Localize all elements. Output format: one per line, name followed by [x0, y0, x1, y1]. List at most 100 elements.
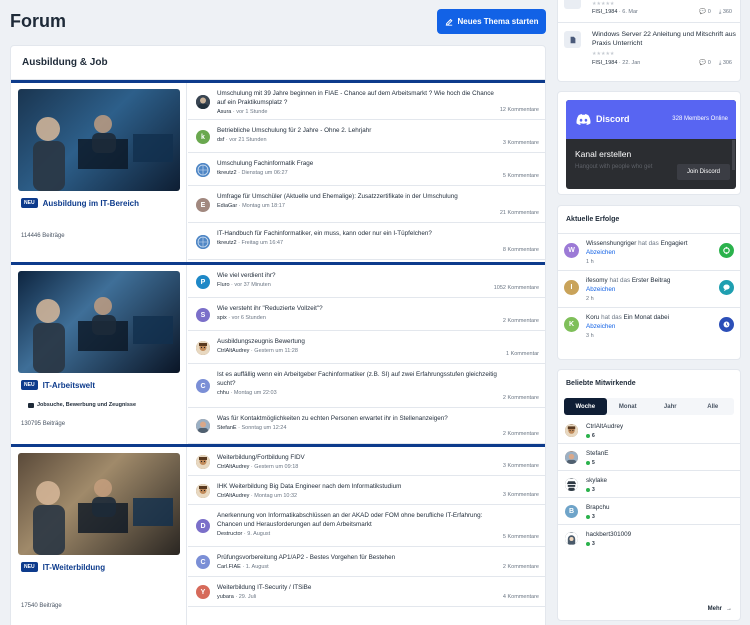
thread-row[interactable]: C Ist es auffällig wenn ein Arbeitgeber …	[188, 364, 545, 408]
thread-row[interactable]: P Wie viel verdient ihr? Fluro · vor 37 …	[188, 265, 545, 298]
user-avatar[interactable]: k	[196, 130, 210, 144]
comment-count[interactable]: 1 Kommentar	[506, 351, 539, 357]
download-user[interactable]: FISI_1984	[592, 9, 617, 15]
download-item[interactable]: Windows Server 22 Anleitung und Mitschri…	[558, 24, 740, 82]
user-avatar[interactable]: D	[196, 519, 210, 533]
thread-title[interactable]: Anerkennung von Informatikabschlüssen an…	[217, 511, 539, 529]
achievement-user[interactable]: Koru	[586, 314, 599, 321]
thread-title[interactable]: Ist es auffällig wenn ein Arbeitgeber Fa…	[217, 370, 539, 388]
member-row[interactable]: skylake 3	[558, 471, 740, 498]
comment-count[interactable]: 5 Kommentare	[503, 534, 539, 540]
thread-author[interactable]: Asura	[217, 109, 231, 115]
thread-title[interactable]: Umschulung mit 39 Jahre beginnen in FIAE…	[217, 89, 539, 107]
thread-author[interactable]: Destructor	[217, 531, 242, 537]
badges-link[interactable]: Abzeichen	[586, 286, 615, 293]
user-avatar[interactable]	[196, 455, 210, 469]
download-item[interactable]: ★★★★★ FISI_1984 · 6. Mar 💬 0 ⤓ 360	[558, 0, 740, 23]
member-row[interactable]: B Brapchu 3	[558, 498, 740, 525]
subforum-link[interactable]: Jobsuche, Bewerbung und Zeugnisse	[28, 402, 136, 408]
achievement-user[interactable]: ifesomy	[586, 277, 608, 284]
tab-alle[interactable]: Alle	[692, 398, 735, 415]
comment-count[interactable]: 3 Kommentare	[503, 140, 539, 146]
comment-count[interactable]: 12 Kommentare	[500, 107, 539, 113]
user-avatar[interactable]: E	[196, 198, 210, 212]
thread-author[interactable]: yubara	[217, 594, 234, 600]
thread-row[interactable]: k Betriebliche Umschulung für 2 Jahre - …	[188, 120, 545, 153]
member-name[interactable]: StefanE	[586, 450, 608, 457]
user-avatar[interactable]	[565, 451, 578, 464]
thread-author[interactable]: CtrlAltAudrey	[217, 464, 249, 470]
thread-author[interactable]: CtrlAltAudrey	[217, 493, 249, 499]
user-avatar[interactable]	[196, 95, 210, 109]
thread-author[interactable]: Fluro	[217, 282, 230, 288]
thread-title[interactable]: Weiterbildung/Fortbildung FIDV	[217, 453, 539, 462]
user-avatar[interactable]	[565, 532, 578, 545]
category-image[interactable]	[18, 271, 180, 373]
user-avatar[interactable]: W	[564, 243, 579, 258]
user-avatar[interactable]: B	[565, 505, 578, 518]
tab-woche[interactable]: Woche	[564, 398, 607, 415]
user-avatar[interactable]	[196, 163, 210, 177]
category-title[interactable]: NEU Ausbildung im IT-Bereich	[21, 198, 139, 208]
thread-title[interactable]: Prüfungsvorbereitung AP1/AP2 - Bestes Vo…	[217, 553, 539, 562]
more-link[interactable]: Mehr →	[708, 606, 732, 612]
user-avatar[interactable]: K	[564, 317, 579, 332]
comment-count[interactable]: 5 Kommentare	[503, 173, 539, 179]
new-thread-button[interactable]: Neues Thema starten	[437, 9, 546, 34]
user-avatar[interactable]	[196, 235, 210, 249]
comment-count[interactable]: 2 Kommentare	[503, 431, 539, 437]
achievement-user[interactable]: Wissenshungriger	[586, 240, 636, 247]
user-avatar[interactable]	[196, 484, 210, 498]
thread-title[interactable]: Umfrage für Umschüler (Aktuelle und Ehem…	[217, 192, 539, 201]
category-title[interactable]: NEU IT-Arbeitswelt	[21, 380, 95, 390]
member-row[interactable]: hackbert301009 3	[558, 525, 740, 552]
thread-author[interactable]: StefanE	[217, 425, 237, 431]
user-avatar[interactable]: P	[196, 275, 210, 289]
thread-author[interactable]: chhu	[217, 390, 229, 396]
discord-scrollbar[interactable]	[732, 140, 735, 170]
thread-row[interactable]: S Wie versteht ihr "Reduzierte Vollzeit"…	[188, 298, 545, 331]
user-avatar[interactable]	[565, 424, 578, 437]
thread-author[interactable]: tkreutz2	[217, 170, 237, 176]
thread-row[interactable]: E Umfrage für Umschüler (Aktuelle und Eh…	[188, 186, 545, 223]
comment-count[interactable]: 21 Kommentare	[500, 210, 539, 216]
thread-author[interactable]: tkreutz2	[217, 240, 237, 246]
thread-row[interactable]: Ausbildungszeugnis Bewertung CtrlAltAudr…	[188, 331, 545, 364]
user-avatar[interactable]: I	[564, 280, 579, 295]
tab-jahr[interactable]: Jahr	[649, 398, 692, 415]
member-name[interactable]: Brapchu	[586, 504, 609, 511]
thread-title[interactable]: Umschulung Fachinformatik Frage	[217, 159, 539, 168]
thread-author[interactable]: CtrlAltAudrey	[217, 348, 249, 354]
user-avatar[interactable]: S	[196, 308, 210, 322]
member-row[interactable]: StefanE 5	[558, 444, 740, 471]
thread-title[interactable]: Ausbildungszeugnis Bewertung	[217, 337, 539, 346]
comment-count[interactable]: 1052 Kommentare	[494, 285, 539, 291]
thread-row[interactable]: Weiterbildung/Fortbildung FIDV CtrlAltAu…	[188, 447, 545, 476]
category-title[interactable]: NEU IT-Weiterbildung	[21, 562, 105, 572]
download-title[interactable]: Windows Server 22 Anleitung und Mitschri…	[592, 30, 738, 48]
download-user[interactable]: FISI_1984	[592, 60, 617, 66]
user-avatar[interactable]	[196, 419, 210, 433]
thread-row[interactable]: Y Weiterbildung IT-Security / ITSiBe yub…	[188, 577, 545, 607]
tab-monat[interactable]: Monat	[607, 398, 650, 415]
thread-row[interactable]: Was für Kontaktmöglichkeiten zu echten P…	[188, 408, 545, 444]
comment-count[interactable]: 2 Kommentare	[503, 395, 539, 401]
thread-author[interactable]: EdiaGar	[217, 203, 237, 209]
category-image[interactable]	[18, 89, 180, 191]
thread-title[interactable]: Weiterbildung IT-Security / ITSiBe	[217, 583, 539, 592]
member-row[interactable]: CtrlAltAudrey 6	[558, 417, 740, 444]
comment-count[interactable]: 3 Kommentare	[503, 492, 539, 498]
thread-row[interactable]: C Prüfungsvorbereitung AP1/AP2 - Bestes …	[188, 547, 545, 577]
member-name[interactable]: skylake	[586, 477, 607, 484]
thread-title[interactable]: Wie versteht ihr "Reduzierte Vollzeit"?	[217, 304, 539, 313]
thread-title[interactable]: Wie viel verdient ihr?	[217, 271, 539, 280]
thread-row[interactable]: Umschulung Fachinformatik Frage tkreutz2…	[188, 153, 545, 186]
member-name[interactable]: hackbert301009	[586, 531, 631, 538]
join-discord-button[interactable]: Join Discord	[676, 164, 730, 180]
member-name[interactable]: CtrlAltAudrey	[586, 423, 623, 430]
comment-count[interactable]: 2 Kommentare	[503, 564, 539, 570]
user-avatar[interactable]: Y	[196, 585, 210, 599]
thread-title[interactable]: Betriebliche Umschulung für 2 Jahre - Oh…	[217, 126, 539, 135]
thread-row[interactable]: IHK Weiterbildung Big Data Engineer nach…	[188, 476, 545, 505]
thread-title[interactable]: Was für Kontaktmöglichkeiten zu echten P…	[217, 414, 539, 423]
